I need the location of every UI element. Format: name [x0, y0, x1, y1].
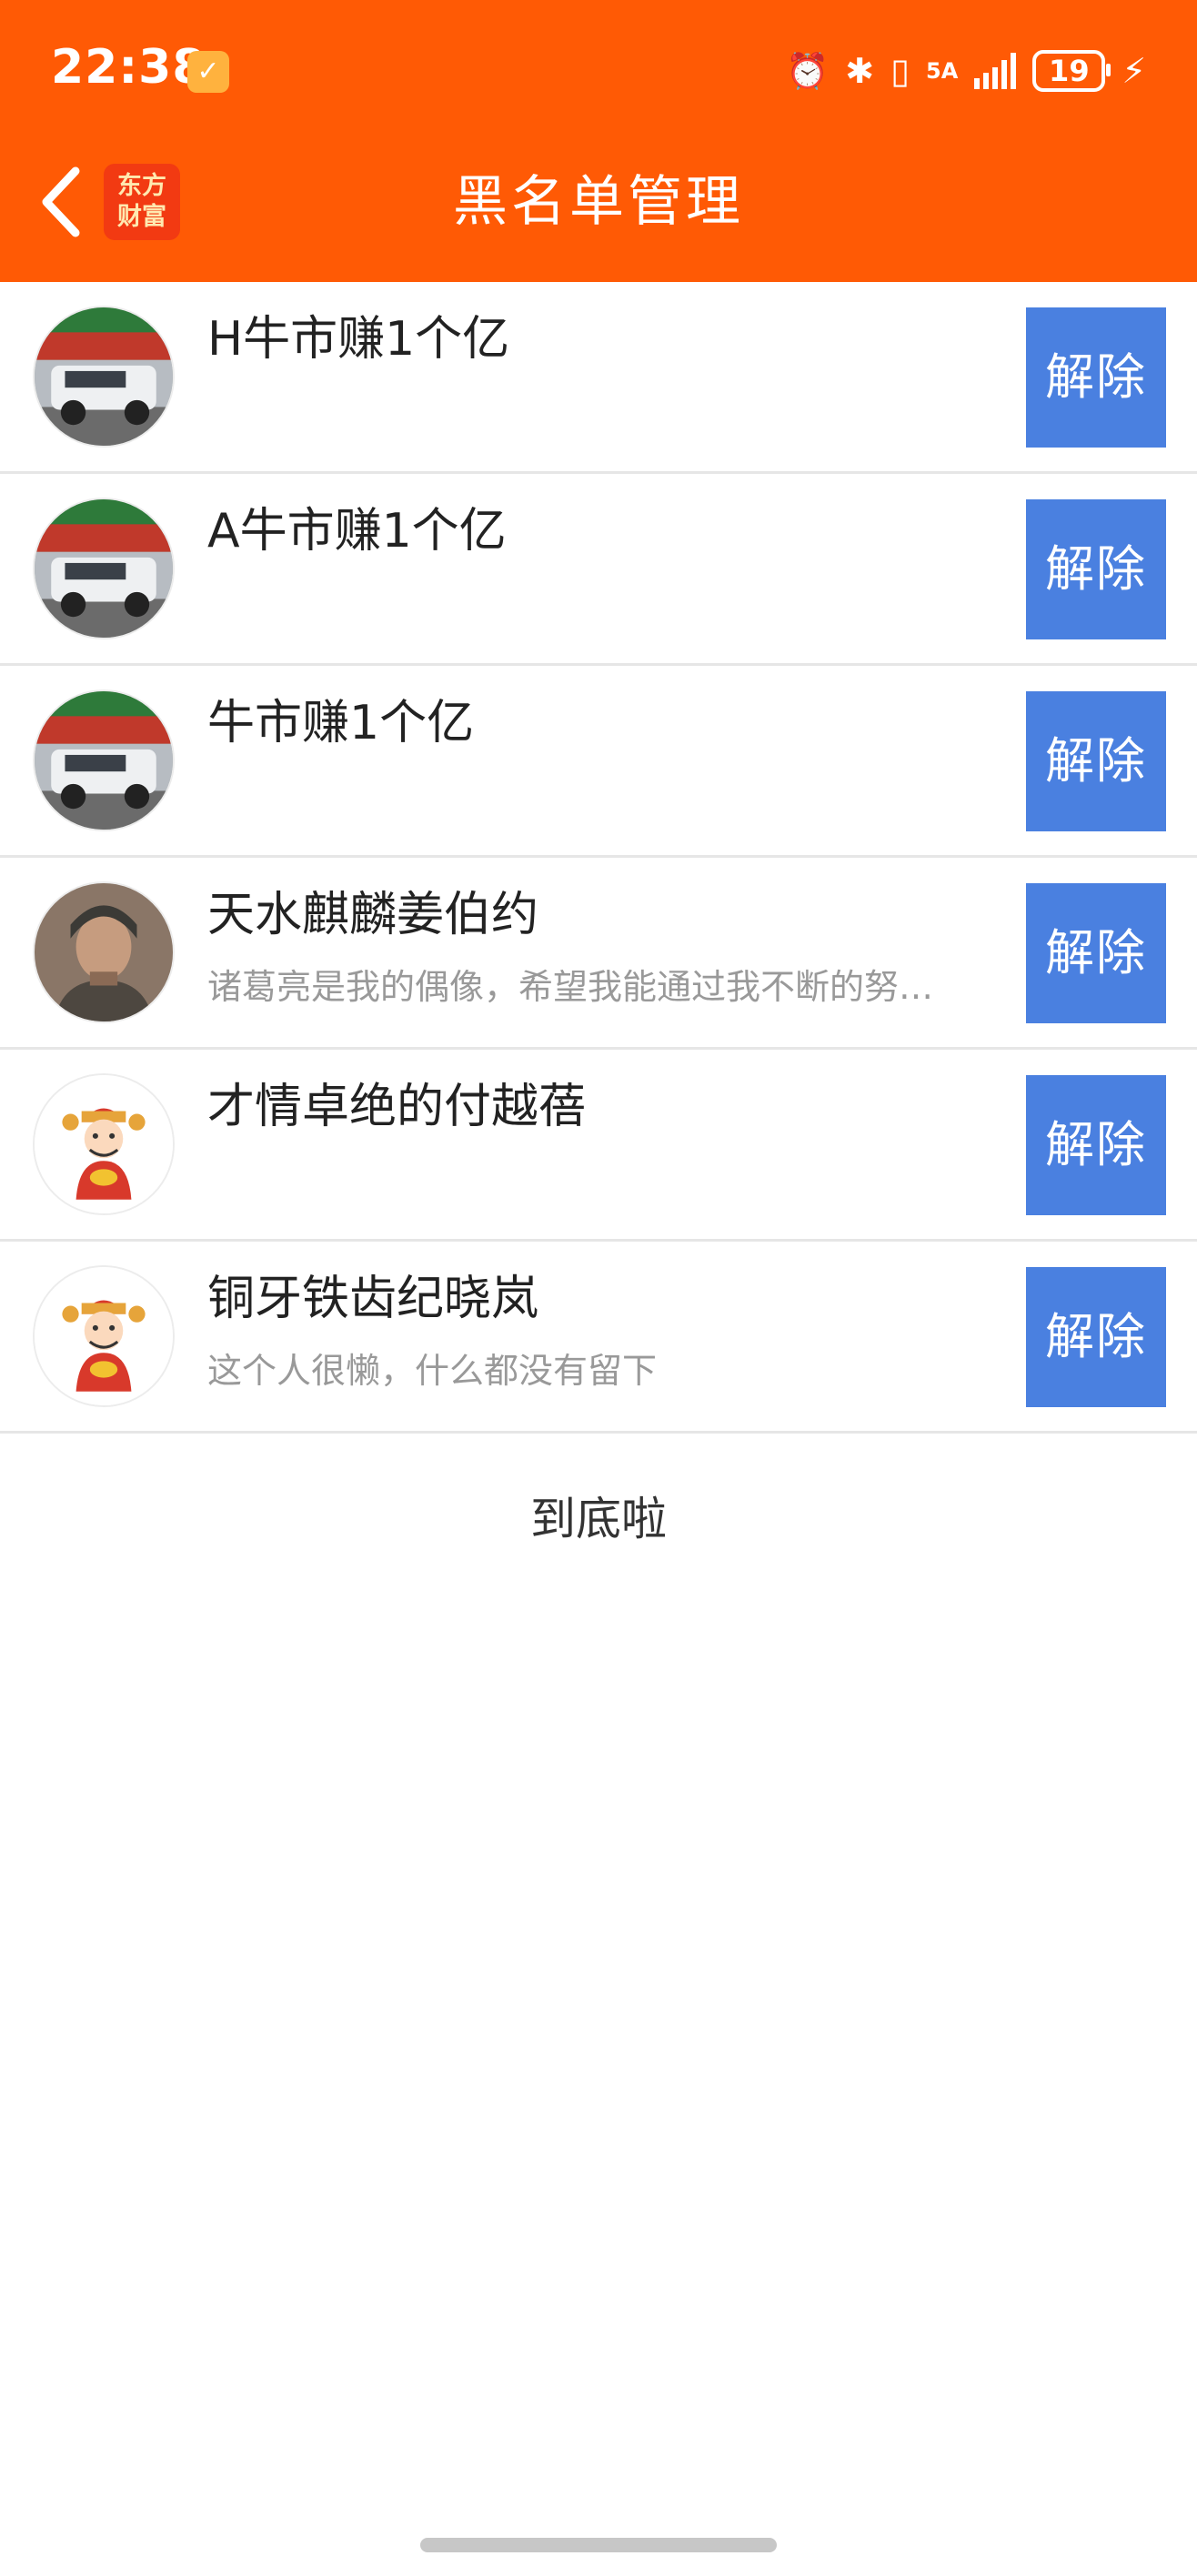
list-item: A牛市赚1个亿 解除 [0, 474, 1197, 666]
signal-icon [974, 53, 1017, 89]
end-of-list-text: 到底啦 [530, 1493, 667, 1545]
remove-button[interactable]: 解除 [1026, 691, 1166, 831]
user-name: A牛市赚1个亿 [207, 504, 507, 558]
charging-icon: ⚡ [1122, 51, 1146, 91]
battery-icon: 19 [1032, 50, 1112, 92]
app-notification-icon: ✓ [187, 51, 229, 93]
list-item: 铜牙铁齿纪晓岚 这个人很懒，什么都没有留下 解除 [0, 1242, 1197, 1434]
user-name: 才情卓绝的付越蓓 [207, 1080, 587, 1134]
app-header: 22:38 ✓ ⏰ ✱ ▯ 5A 19 ⚡ 东方 财富 黑名单管理 [0, 0, 1197, 282]
user-signature: 诸葛亮是我的偶像，希望我能通过我不断的努… [207, 967, 934, 1007]
user-name: 天水麒麟姜伯约 [207, 888, 539, 942]
bluetooth-icon: ✱ [845, 51, 875, 91]
avatar[interactable] [33, 689, 175, 831]
blacklist: H牛市赚1个亿 解除 A牛市赚1个亿 解除 牛市赚1个亿 解除 天水麒麟姜伯约 … [0, 282, 1197, 1434]
avatar[interactable] [33, 1073, 175, 1215]
warrior-photo-avatar [35, 883, 173, 1021]
avatar[interactable] [33, 306, 175, 448]
avatar[interactable] [33, 1265, 175, 1407]
remove-button[interactable]: 解除 [1026, 499, 1166, 639]
user-name: 铜牙铁齿纪晓岚 [207, 1272, 539, 1326]
user-name: 牛市赚1个亿 [207, 696, 475, 750]
remove-button[interactable]: 解除 [1026, 307, 1166, 448]
suv-photo-avatar [35, 691, 173, 830]
battery-level: 19 [1049, 54, 1090, 88]
remove-button[interactable]: 解除 [1026, 1075, 1166, 1215]
suv-photo-avatar [35, 307, 173, 446]
remove-button[interactable]: 解除 [1026, 883, 1166, 1023]
list-item: 才情卓绝的付越蓓 解除 [0, 1050, 1197, 1242]
page-title: 黑名单管理 [453, 170, 744, 234]
suv-photo-avatar [35, 499, 173, 638]
fortune-god-cartoon-avatar [35, 1075, 173, 1213]
remove-button[interactable]: 解除 [1026, 1267, 1166, 1407]
alarm-icon: ⏰ [785, 51, 830, 91]
user-name: H牛市赚1个亿 [207, 312, 510, 367]
list-item: 牛市赚1个亿 解除 [0, 666, 1197, 858]
fortune-god-cartoon-avatar [35, 1267, 173, 1405]
list-item: 天水麒麟姜伯约 诸葛亮是我的偶像，希望我能通过我不断的努… 解除 [0, 858, 1197, 1050]
list-item: H牛市赚1个亿 解除 [0, 282, 1197, 474]
avatar[interactable] [33, 498, 175, 639]
user-signature: 这个人很懒，什么都没有留下 [207, 1351, 658, 1391]
status-icons: ⏰ ✱ ▯ 5A 19 ⚡ [786, 42, 1146, 100]
home-indicator[interactable] [420, 2538, 777, 2552]
vibrate-icon: ▯ [890, 51, 910, 91]
avatar[interactable] [33, 881, 175, 1023]
status-time: 22:38 [51, 40, 206, 95]
network-type-label: 5A [926, 58, 959, 84]
